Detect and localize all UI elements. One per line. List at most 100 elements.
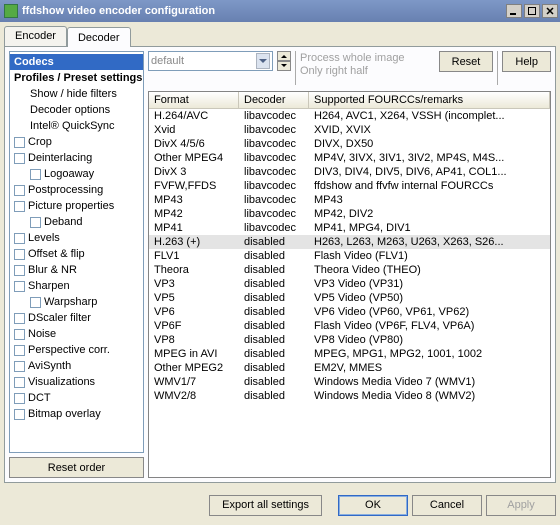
export-button[interactable]: Export all settings xyxy=(209,495,322,516)
tree-item[interactable]: Codecs xyxy=(10,54,143,70)
preset-dropdown[interactable]: default xyxy=(148,51,273,71)
checkbox-icon[interactable] xyxy=(30,297,41,308)
ok-button[interactable]: OK xyxy=(338,495,408,516)
tree-item[interactable]: DCT xyxy=(10,390,143,406)
tree-item[interactable]: Visualizations xyxy=(10,374,143,390)
tree-item[interactable]: Warpsharp xyxy=(10,294,143,310)
table-row[interactable]: VP3disabledVP3 Video (VP31) xyxy=(149,277,550,291)
tab-encoder[interactable]: Encoder xyxy=(4,26,67,46)
table-row[interactable]: H.264/AVClibavcodecH264, AVC1, X264, VSS… xyxy=(149,109,550,123)
table-row[interactable]: VP6disabledVP6 Video (VP60, VP61, VP62) xyxy=(149,305,550,319)
checkbox-icon[interactable] xyxy=(30,217,41,228)
table-row[interactable]: Other MPEG2disabledEM2V, MMES xyxy=(149,361,550,375)
table-row[interactable]: DivX 4/5/6libavcodecDIVX, DX50 xyxy=(149,137,550,151)
table-row[interactable]: WMV1/7disabledWindows Media Video 7 (WMV… xyxy=(149,375,550,389)
checkbox-icon[interactable] xyxy=(30,169,41,180)
table-row[interactable]: VP5disabledVP5 Video (VP50) xyxy=(149,291,550,305)
tree-label: Perspective corr. xyxy=(28,343,110,357)
checkbox-icon[interactable] xyxy=(14,409,25,420)
table-row[interactable]: MP42libavcodecMP42, DIV2 xyxy=(149,207,550,221)
col-format[interactable]: Format xyxy=(149,92,239,108)
tree-item[interactable]: Profiles / Preset settings xyxy=(10,70,143,86)
tree-item[interactable]: Perspective corr. xyxy=(10,342,143,358)
table-row[interactable]: VP8disabledVP8 Video (VP80) xyxy=(149,333,550,347)
apply-button[interactable]: Apply xyxy=(486,495,556,516)
titlebar: ffdshow video encoder configuration xyxy=(0,0,560,22)
checkbox-icon[interactable] xyxy=(14,153,25,164)
checkbox-icon[interactable] xyxy=(14,185,25,196)
tree-item[interactable]: Show / hide filters xyxy=(10,86,143,102)
reset-button[interactable]: Reset xyxy=(439,51,494,72)
tree-item[interactable]: Logoaway xyxy=(10,166,143,182)
table-cell: Theora xyxy=(149,263,239,277)
table-row[interactable]: MP43libavcodecMP43 xyxy=(149,193,550,207)
checkbox-icon[interactable] xyxy=(14,137,25,148)
table-row[interactable]: MP41libavcodecMP41, MPG4, DIV1 xyxy=(149,221,550,235)
tree-item[interactable]: Picture properties xyxy=(10,198,143,214)
preset-stepper[interactable] xyxy=(277,51,291,71)
table-cell: disabled xyxy=(239,235,309,249)
tree-item[interactable]: Levels xyxy=(10,230,143,246)
step-down-icon[interactable] xyxy=(277,61,291,71)
table-cell: EM2V, MMES xyxy=(309,361,550,375)
checkbox-icon[interactable] xyxy=(14,265,25,276)
checkbox-icon[interactable] xyxy=(14,313,25,324)
table-row[interactable]: VP6FdisabledFlash Video (VP6F, FLV4, VP6… xyxy=(149,319,550,333)
tree-item[interactable]: Decoder options xyxy=(10,102,143,118)
tree-item[interactable]: Deband xyxy=(10,214,143,230)
table-cell: ffdshow and ffvfw internal FOURCCs xyxy=(309,179,550,193)
tree-item[interactable]: Bitmap overlay xyxy=(10,406,143,422)
tree-label: Warpsharp xyxy=(44,295,97,309)
table-row[interactable]: TheoradisabledTheora Video (THEO) xyxy=(149,263,550,277)
tree-item[interactable]: AviSynth xyxy=(10,358,143,374)
col-remarks[interactable]: Supported FOURCCs/remarks xyxy=(309,92,550,108)
reset-order-button[interactable]: Reset order xyxy=(9,457,144,478)
tree-item[interactable]: Blur & NR xyxy=(10,262,143,278)
maximize-button[interactable] xyxy=(524,4,540,18)
table-row[interactable]: DivX 3libavcodecDIV3, DIV4, DIV5, DIV6, … xyxy=(149,165,550,179)
table-cell: VP6 xyxy=(149,305,239,319)
tree-item[interactable]: Deinterlacing xyxy=(10,150,143,166)
checkbox-icon[interactable] xyxy=(14,249,25,260)
col-decoder[interactable]: Decoder xyxy=(239,92,309,108)
filter-tree[interactable]: CodecsProfiles / Preset settingsShow / h… xyxy=(9,51,144,453)
checkbox-icon[interactable] xyxy=(14,281,25,292)
close-button[interactable] xyxy=(542,4,558,18)
tree-item[interactable]: Noise xyxy=(10,326,143,342)
checkbox-icon[interactable] xyxy=(14,377,25,388)
tree-item[interactable]: Offset & flip xyxy=(10,246,143,262)
table-row[interactable]: XvidlibavcodecXVID, XVIX xyxy=(149,123,550,137)
table-cell: MP4V, 3IVX, 3IV1, 3IV2, MP4S, M4S... xyxy=(309,151,550,165)
tree-item[interactable]: Intel® QuickSync xyxy=(10,118,143,134)
cancel-button[interactable]: Cancel xyxy=(412,495,482,516)
step-up-icon[interactable] xyxy=(277,51,291,61)
table-cell: DivX 3 xyxy=(149,165,239,179)
table-row[interactable]: FVFW,FFDSlibavcodecffdshow and ffvfw int… xyxy=(149,179,550,193)
table-cell: VP6 Video (VP60, VP61, VP62) xyxy=(309,305,550,319)
table-cell: MP43 xyxy=(309,193,550,207)
table-row[interactable]: FLV1disabledFlash Video (FLV1) xyxy=(149,249,550,263)
tree-item[interactable]: Postprocessing xyxy=(10,182,143,198)
table-row[interactable]: Other MPEG4libavcodecMP4V, 3IVX, 3IV1, 3… xyxy=(149,151,550,165)
tab-decoder[interactable]: Decoder xyxy=(67,27,131,47)
table-cell: disabled xyxy=(239,305,309,319)
checkbox-icon[interactable] xyxy=(14,201,25,212)
minimize-button[interactable] xyxy=(506,4,522,18)
checkbox-icon[interactable] xyxy=(14,329,25,340)
checkbox-icon[interactable] xyxy=(14,345,25,356)
tree-label: Noise xyxy=(28,327,56,341)
help-button[interactable]: Help xyxy=(502,51,551,72)
checkbox-icon[interactable] xyxy=(14,393,25,404)
table-row[interactable]: WMV2/8disabledWindows Media Video 8 (WMV… xyxy=(149,389,550,403)
tree-label: Codecs xyxy=(14,55,54,69)
tree-item[interactable]: DScaler filter xyxy=(10,310,143,326)
table-row[interactable]: MPEG in AVIdisabledMPEG, MPG1, MPG2, 100… xyxy=(149,347,550,361)
table-cell: FVFW,FFDS xyxy=(149,179,239,193)
table-cell: Other MPEG4 xyxy=(149,151,239,165)
tree-item[interactable]: Crop xyxy=(10,134,143,150)
tree-item[interactable]: Sharpen xyxy=(10,278,143,294)
checkbox-icon[interactable] xyxy=(14,361,25,372)
checkbox-icon[interactable] xyxy=(14,233,25,244)
tree-label: Bitmap overlay xyxy=(28,407,101,421)
table-row[interactable]: H.263 (+)disabledH263, L263, M263, U263,… xyxy=(149,235,550,249)
